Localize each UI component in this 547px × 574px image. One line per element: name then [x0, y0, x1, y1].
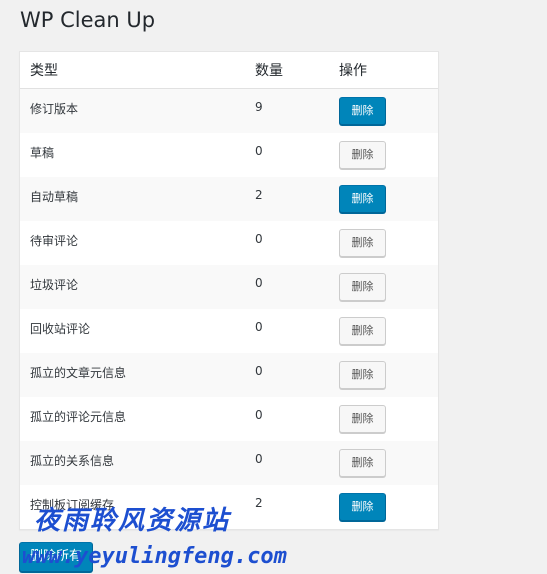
row-count: 2	[255, 496, 263, 510]
row-action-cell: 删除	[339, 309, 438, 353]
row-type-label: 自动草稿	[30, 190, 79, 204]
row-type-label: 孤立的关系信息	[30, 454, 115, 468]
row-count: 0	[255, 232, 263, 246]
row-action-cell: 删除	[339, 133, 438, 177]
row-count: 0	[255, 276, 263, 290]
delete-button[interactable]: 删除	[339, 317, 386, 345]
table-row: 草稿 0 删除	[20, 133, 438, 177]
row-type-label: 控制板订阅缓存	[30, 498, 115, 512]
row-count: 2	[255, 188, 263, 202]
row-type-label: 孤立的文章元信息	[30, 366, 127, 380]
row-count: 0	[255, 320, 263, 334]
row-action-cell: 删除	[339, 177, 438, 221]
row-count: 0	[255, 408, 263, 422]
row-type-label: 待审评论	[30, 234, 79, 248]
delete-button[interactable]: 删除	[339, 493, 386, 521]
column-header-type: 类型	[20, 52, 255, 89]
delete-button[interactable]: 删除	[339, 361, 386, 389]
table-row: 孤立的文章元信息 0 删除	[20, 353, 438, 397]
delete-button[interactable]: 删除	[339, 229, 386, 257]
delete-button[interactable]: 删除	[339, 97, 386, 125]
column-header-action: 操作	[339, 52, 438, 89]
row-type-label: 草稿	[30, 146, 55, 160]
table-row: 回收站评论 0 删除	[20, 309, 438, 353]
table-row: 修订版本 9 删除	[20, 88, 438, 134]
row-action-cell: 删除	[339, 89, 438, 134]
table-row: 自动草稿 2 删除	[20, 177, 438, 221]
column-header-count: 数量	[255, 52, 339, 89]
table-header-row: 类型 数量 操作	[20, 52, 438, 89]
table-row: 孤立的评论元信息 0 删除	[20, 397, 438, 441]
delete-all-button[interactable]: 删除所有	[19, 542, 94, 572]
delete-button[interactable]: 删除	[339, 449, 386, 477]
table-row: 控制板订阅缓存 2 删除	[20, 485, 438, 529]
table-row: 孤立的关系信息 0 删除	[20, 441, 438, 485]
row-action-cell: 删除	[339, 265, 438, 309]
delete-button[interactable]: 删除	[339, 185, 386, 213]
row-type-label: 修订版本	[30, 102, 79, 116]
row-action-cell: 删除	[339, 397, 438, 441]
row-type-label: 孤立的评论元信息	[30, 410, 127, 424]
row-count: 0	[255, 364, 263, 378]
delete-button[interactable]: 删除	[339, 405, 386, 433]
table-row: 待审评论 0 删除	[20, 221, 438, 265]
row-action-cell: 删除	[339, 353, 438, 397]
row-type-label: 回收站评论	[30, 322, 91, 336]
row-type-label: 垃圾评论	[30, 278, 79, 292]
page-title: WP Clean Up	[20, 8, 156, 32]
table-row: 垃圾评论 0 删除	[20, 265, 438, 309]
row-count: 0	[255, 144, 263, 158]
row-action-cell: 删除	[339, 221, 438, 265]
delete-button[interactable]: 删除	[339, 141, 386, 169]
row-count: 0	[255, 452, 263, 466]
row-action-cell: 删除	[339, 485, 438, 529]
cleanup-table: 类型 数量 操作 修订版本 9 删除 草稿 0 删除 自动草稿 2 删除 待审评论 0 删除 垃圾评论 0…	[19, 51, 439, 530]
row-action-cell: 删除	[339, 441, 438, 485]
row-count: 9	[255, 100, 263, 114]
delete-button[interactable]: 删除	[339, 273, 386, 301]
